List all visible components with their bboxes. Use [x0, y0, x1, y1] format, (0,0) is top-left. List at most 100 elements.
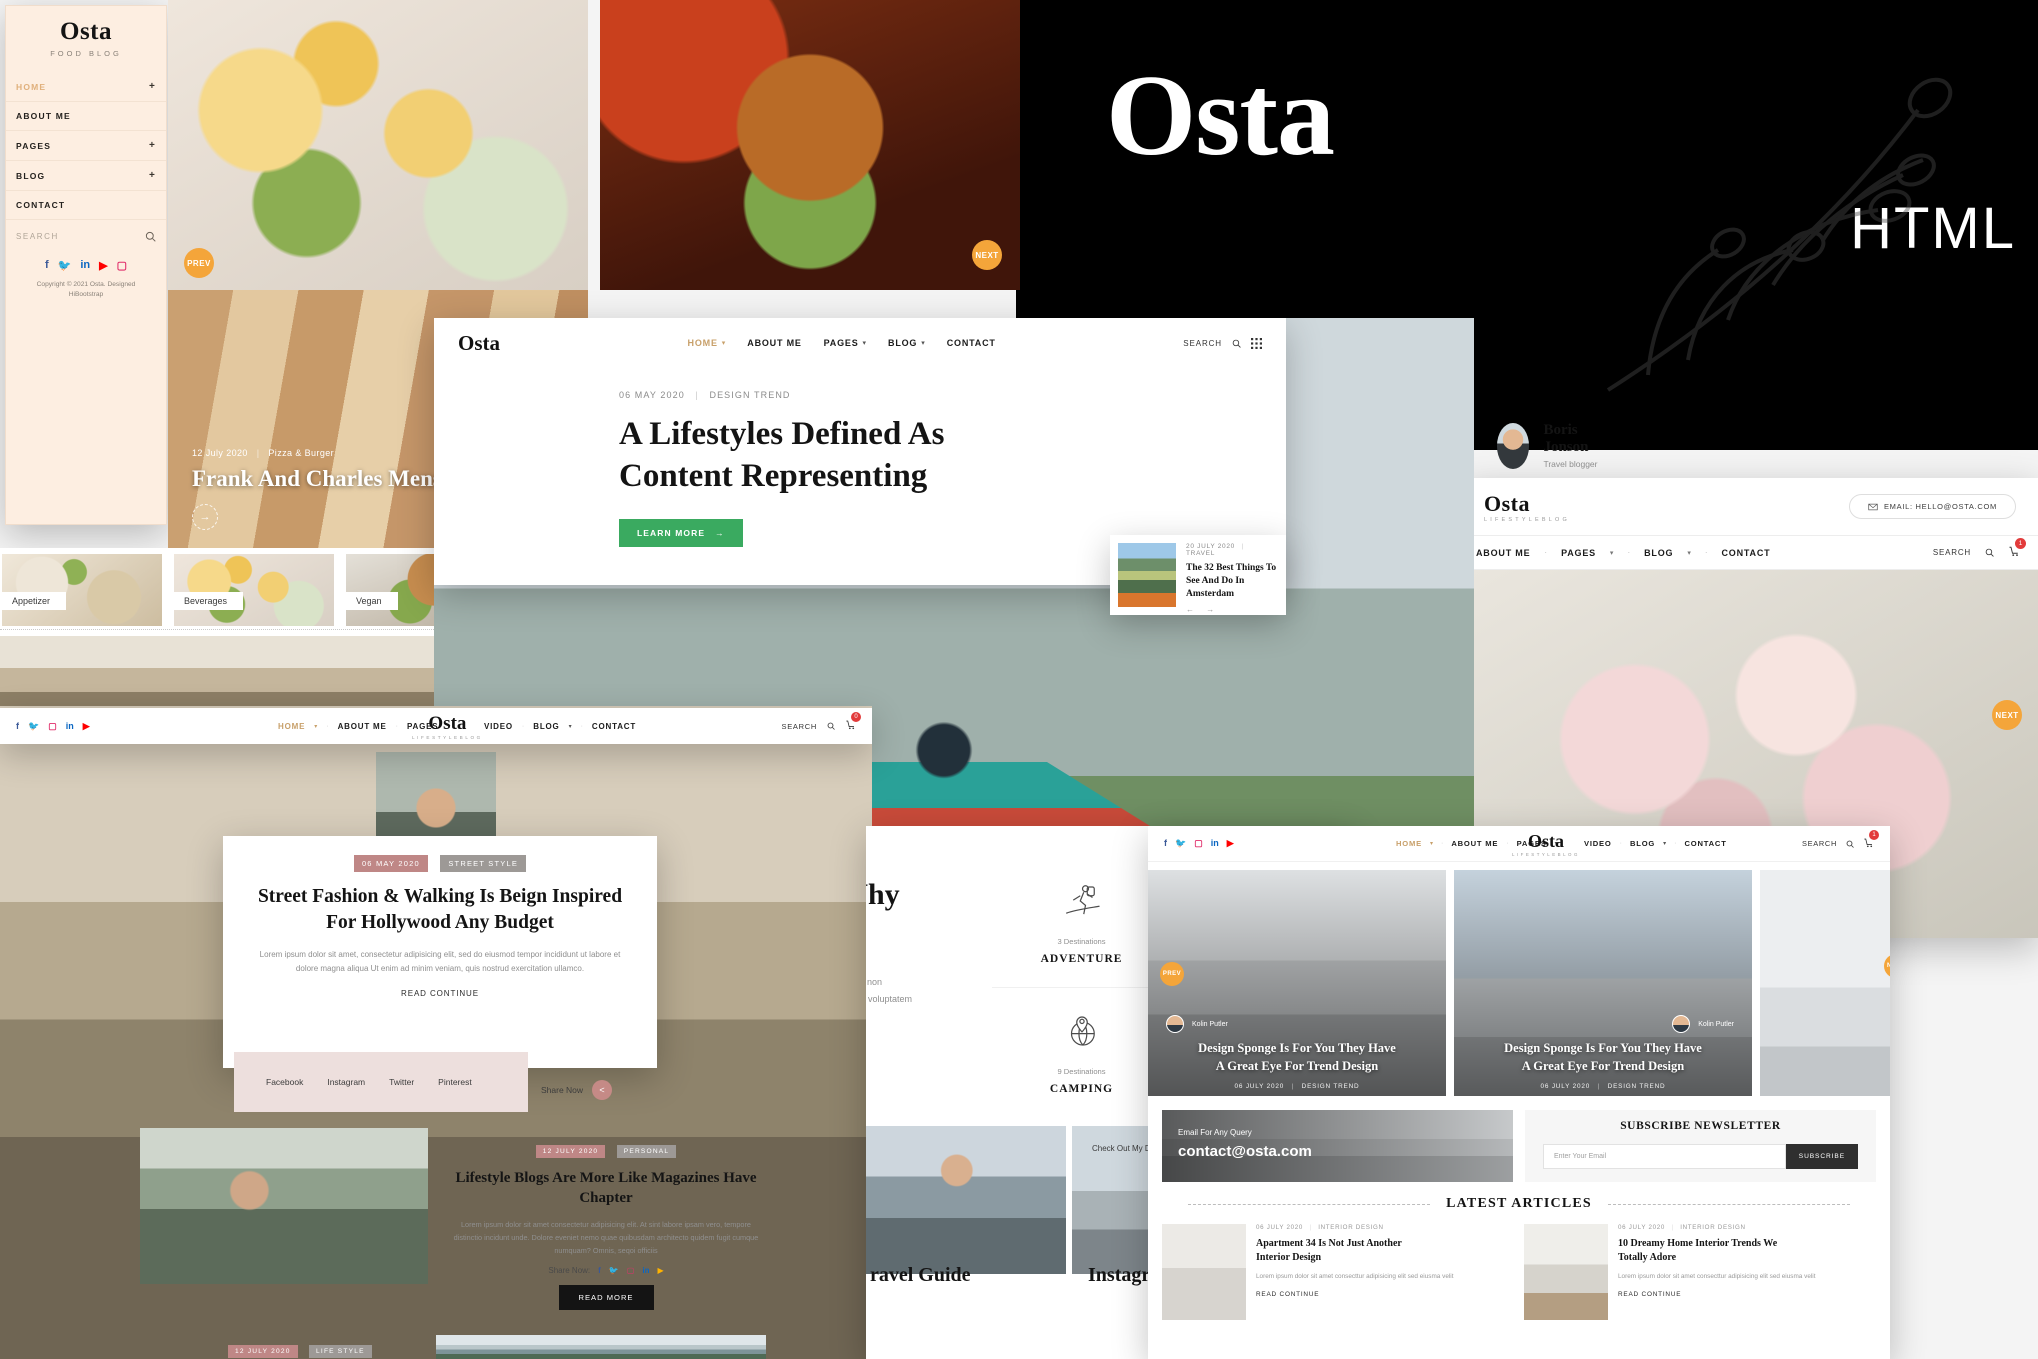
- search-input[interactable]: SEARCH: [16, 232, 59, 241]
- nav-item-home[interactable]: HOME: [688, 338, 718, 348]
- sidebar-search[interactable]: SEARCH: [6, 220, 166, 251]
- subscribe-button[interactable]: SUBSCRIBE: [1786, 1144, 1858, 1169]
- fashion-featured-title[interactable]: Street Fashion & Walking Is Beign Inspir…: [223, 884, 657, 937]
- nav-item-pages[interactable]: PAGES: [1561, 548, 1596, 558]
- fashion-logo-block[interactable]: Osta LIFESTYLEBLOG: [412, 713, 483, 740]
- query-email[interactable]: contact@osta.com: [1178, 1143, 1312, 1160]
- instagram-icon[interactable]: ▢: [1194, 838, 1203, 849]
- destination-card-camping[interactable]: 9 Destinations CAMPING: [992, 988, 1172, 1117]
- fashion-second-title[interactable]: Lifestyle Blogs Are More Like Magazines …: [432, 1168, 780, 1209]
- arrow-right-icon[interactable]: →: [1206, 605, 1214, 614]
- category-card[interactable]: Beverages: [174, 554, 334, 626]
- search-icon[interactable]: [1985, 548, 1994, 557]
- search-icon[interactable]: [1232, 339, 1241, 348]
- slider-prev-button[interactable]: PREV: [184, 248, 214, 278]
- lifestyle-search-label[interactable]: SEARCH: [1183, 339, 1222, 348]
- interior-prev-button[interactable]: PREV: [1160, 962, 1184, 986]
- nav-item-video[interactable]: VIDEO: [1584, 839, 1612, 848]
- badge-category[interactable]: STREET STYLE: [440, 855, 526, 872]
- sidebar-item-about-me[interactable]: ABOUT ME: [6, 102, 166, 131]
- nav-item-pages[interactable]: PAGES: [824, 338, 859, 348]
- cart-button[interactable]: 1: [2008, 544, 2020, 562]
- side-post-title[interactable]: The 32 Best Things To See And Do In Amst…: [1186, 562, 1278, 600]
- share-link-facebook[interactable]: Facebook: [266, 1077, 303, 1087]
- search-icon[interactable]: [827, 722, 835, 730]
- linkedin-icon[interactable]: in: [80, 259, 90, 272]
- facebook-icon[interactable]: f: [1164, 838, 1167, 849]
- share-icon[interactable]: <: [592, 1080, 612, 1100]
- cart-button[interactable]: 1: [1863, 835, 1874, 853]
- hero-title[interactable]: Design Sponge Is For You They Have A Gre…: [1472, 1040, 1734, 1075]
- read-continue-link[interactable]: READ CONTINUE: [223, 989, 657, 998]
- article-title[interactable]: 10 Dreamy Home Interior Trends We Totall…: [1618, 1237, 1876, 1265]
- wedding-next-button[interactable]: NEXT: [1992, 700, 2022, 730]
- twitter-icon[interactable]: 🐦: [58, 259, 72, 272]
- linkedin-icon[interactable]: in: [66, 721, 74, 732]
- badge-date[interactable]: 06 MAY 2020: [354, 855, 428, 872]
- interior-logo-block[interactable]: Osta LIFESTYLEBLOG: [1512, 831, 1580, 857]
- read-more-button[interactable]: READ MORE: [559, 1285, 654, 1310]
- article-card[interactable]: 06 JULY 2020 | INTERIOR DESIGN 10 Dreamy…: [1524, 1224, 1876, 1320]
- nav-item-video[interactable]: VIDEO: [484, 722, 513, 731]
- expand-plus-icon[interactable]: +: [149, 140, 156, 151]
- grid-menu-icon[interactable]: [1251, 338, 1262, 349]
- youtube-icon[interactable]: ▶: [83, 721, 90, 732]
- interior-hero-card-3[interactable]: [1760, 870, 1890, 1096]
- fashion-search-label[interactable]: SEARCH: [782, 722, 817, 731]
- cart-button[interactable]: 0: [845, 717, 856, 735]
- article-title[interactable]: Apartment 34 Is Not Just Another Interio…: [1256, 1237, 1514, 1265]
- nav-item-about-me[interactable]: ABOUT ME: [747, 338, 801, 348]
- read-continue-link[interactable]: READ CONTINUE: [1256, 1291, 1514, 1298]
- nav-item-contact[interactable]: CONTACT: [592, 722, 636, 731]
- newsletter-input[interactable]: Enter Your Email: [1543, 1144, 1786, 1169]
- slider-next-button[interactable]: NEXT: [972, 240, 1002, 270]
- youtube-icon[interactable]: ▶: [657, 1266, 663, 1275]
- nav-item-contact[interactable]: CONTACT: [947, 338, 996, 348]
- learn-more-button[interactable]: LEARN MORE →: [619, 519, 743, 547]
- interior-search-label[interactable]: SEARCH: [1802, 839, 1837, 848]
- twitter-icon[interactable]: 🐦: [609, 1266, 619, 1275]
- facebook-icon[interactable]: f: [598, 1266, 601, 1275]
- nav-item-about-me[interactable]: ABOUT ME: [1451, 839, 1498, 848]
- side-post-card[interactable]: 20 JULY 2020 | TRAVEL The 32 Best Things…: [1110, 535, 1286, 615]
- sidebar-item-blog[interactable]: BLOG +: [6, 161, 166, 191]
- youtube-icon[interactable]: ▶: [1227, 838, 1234, 849]
- destination-card-adventure[interactable]: 3 Destinations ADVENTURE: [992, 858, 1172, 988]
- interior-next-button[interactable]: NEXT: [1884, 954, 1890, 978]
- facebook-icon[interactable]: f: [16, 721, 19, 732]
- share-link-twitter[interactable]: Twitter: [389, 1077, 414, 1087]
- linkedin-icon[interactable]: in: [642, 1266, 649, 1275]
- nav-item-blog[interactable]: BLOG: [1644, 548, 1673, 558]
- nav-item-contact[interactable]: CONTACT: [1684, 839, 1726, 848]
- travel-check-label[interactable]: Check Out My De: [1092, 1144, 1155, 1153]
- food-post-arrow-icon[interactable]: →: [192, 504, 218, 530]
- wedding-search-label[interactable]: SEARCH: [1933, 548, 1971, 557]
- twitter-icon[interactable]: 🐦: [1175, 838, 1186, 849]
- interior-hero-card-2[interactable]: Kolin Putler Design Sponge Is For You Th…: [1454, 870, 1752, 1096]
- share-link-instagram[interactable]: Instagram: [327, 1077, 365, 1087]
- linkedin-icon[interactable]: in: [1211, 838, 1219, 849]
- category-card[interactable]: Appetizer: [2, 554, 162, 626]
- nav-item-blog[interactable]: BLOG: [1630, 839, 1655, 848]
- wedding-logo[interactable]: Osta: [1484, 491, 1570, 517]
- search-icon[interactable]: [1846, 840, 1854, 848]
- lifestyle-logo[interactable]: Osta: [458, 331, 500, 356]
- nav-item-blog[interactable]: BLOG: [888, 338, 917, 348]
- nav-item-home[interactable]: HOME: [278, 722, 305, 731]
- search-icon[interactable]: [145, 231, 156, 242]
- instagram-icon[interactable]: ▢: [117, 259, 127, 272]
- read-continue-link[interactable]: READ CONTINUE: [1618, 1291, 1876, 1298]
- share-now-block[interactable]: Share Now <: [541, 1080, 612, 1100]
- badge-date[interactable]: 12 JULY 2020: [536, 1145, 606, 1158]
- article-card[interactable]: 06 JULY 2020 | INTERIOR DESIGN Apartment…: [1162, 1224, 1514, 1320]
- facebook-icon[interactable]: f: [45, 259, 49, 272]
- nav-item-contact[interactable]: CONTACT: [1722, 548, 1771, 558]
- nav-item-home[interactable]: HOME: [1396, 839, 1422, 848]
- badge-date[interactable]: 12 JULY 2020: [228, 1345, 298, 1358]
- badge-category[interactable]: LIFE STYLE: [309, 1345, 372, 1358]
- youtube-icon[interactable]: ▶: [99, 259, 107, 272]
- sidebar-item-home[interactable]: HOME +: [6, 72, 166, 102]
- instagram-icon[interactable]: ▢: [48, 721, 57, 732]
- email-pill[interactable]: EMAIL: HELLO@OSTA.COM: [1849, 494, 2016, 519]
- badge-category[interactable]: PERSONAL: [617, 1145, 677, 1158]
